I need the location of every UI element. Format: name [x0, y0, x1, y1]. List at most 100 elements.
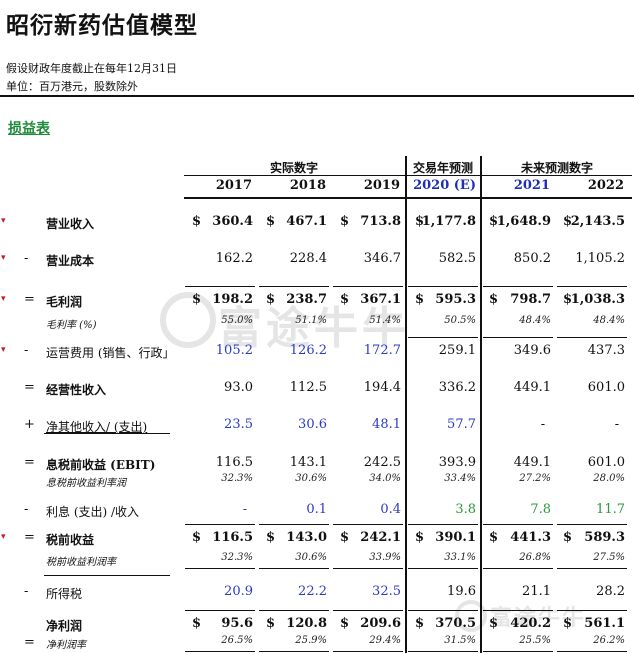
cell-bottom-border — [185, 651, 255, 652]
table-cell-value: 194.4 — [363, 380, 401, 395]
cell-top-border — [408, 524, 478, 525]
cell-bottom-border — [483, 568, 553, 569]
year-2018: 2018 — [289, 178, 326, 193]
cell-top-border — [483, 524, 553, 525]
row-operator: - — [24, 251, 29, 266]
unit-note: 单位：百万港元，股数除外 — [6, 80, 138, 93]
row-operator: - — [24, 584, 29, 599]
table-cell-value: 26.8% — [519, 552, 551, 563]
dollar-sign: $ — [563, 214, 573, 229]
table-cell-value: 0.4 — [380, 502, 401, 517]
table-cell-value: 19.6 — [447, 584, 476, 599]
table-cell-value: 346.7 — [363, 251, 401, 266]
row-marker-icon: ▾ — [1, 532, 6, 542]
row-label: 息税前收益利率润 — [46, 478, 126, 489]
cell-top-border — [185, 610, 255, 611]
cell-top-border — [333, 610, 403, 611]
row-operator: = — [24, 292, 35, 307]
table-cell-value: 393.9 — [438, 455, 476, 470]
table-cell-value: 172.7 — [363, 343, 401, 358]
cell-bottom-border — [333, 651, 403, 652]
table-cell-value: 31.5% — [444, 635, 476, 646]
table-cell-value: 30.6 — [298, 417, 327, 432]
dollar-sign: $ — [192, 292, 202, 307]
table-cell-value: 11.7 — [596, 502, 625, 517]
dollar-sign: $ — [340, 530, 350, 545]
table-cell-value: 582.5 — [438, 251, 476, 266]
row-operator: - — [24, 502, 29, 517]
row-label: 息税前收益 (EBIT) — [46, 458, 156, 472]
table-cell-value: 26.2% — [593, 635, 625, 646]
dollar-sign: $ — [489, 530, 499, 545]
section-title-income-statement[interactable]: 损益表 — [8, 118, 50, 138]
cell-bottom-border — [259, 651, 329, 652]
table-cell-value: 1,105.2 — [575, 251, 625, 266]
column-divider-trading — [480, 156, 482, 653]
cell-bottom-border — [185, 568, 255, 569]
row-marker-icon: ▾ — [1, 253, 6, 263]
label-underline — [44, 433, 170, 434]
table-cell-value: 33.4% — [444, 473, 476, 484]
table-cell-value: 48.4% — [519, 315, 551, 326]
cell-top-border — [333, 286, 403, 287]
dollar-sign: $ — [489, 214, 499, 229]
group-actual-header: 实际数字 — [269, 161, 318, 175]
table-cell-value: 48.1 — [372, 417, 401, 432]
table-cell-value: 25.5% — [519, 635, 551, 646]
row-label: 营业成本 — [46, 254, 95, 268]
cell-top-border — [483, 337, 553, 338]
group-trading-header: 交易年预测 — [412, 161, 473, 175]
table-cell-value: 27.5% — [593, 552, 625, 563]
table-cell-value: 449.1 — [513, 380, 551, 395]
table-cell-value: 349.6 — [513, 343, 551, 358]
dollar-sign: $ — [266, 530, 276, 545]
table-cell-value: 32.3% — [221, 473, 253, 484]
table-cell-value: 0.1 — [306, 502, 327, 517]
table-cell-value: 437.3 — [587, 343, 625, 358]
table-cell-value: 57.7 — [447, 417, 476, 432]
table-cell-value: 601.0 — [587, 380, 625, 395]
dollar-sign: $ — [266, 214, 276, 229]
cell-top-border — [333, 524, 403, 525]
row-marker-icon: ▾ — [1, 345, 6, 355]
dollar-sign: $ — [340, 292, 350, 307]
dollar-sign: $ — [415, 530, 425, 545]
row-marker-icon: ▾ — [1, 216, 6, 226]
cell-top-border — [185, 524, 255, 525]
row-operator: + — [24, 417, 35, 432]
dollar-sign: $ — [563, 530, 573, 545]
table-cell-value: 55.0% — [221, 315, 253, 326]
dollar-sign: $ — [563, 616, 573, 631]
cell-top-border — [557, 286, 627, 287]
table-cell-value: 7.8 — [530, 502, 551, 517]
row-operator: = — [24, 380, 35, 395]
table-cell-value: 23.5 — [224, 417, 253, 432]
table-cell-value: 112.5 — [289, 380, 327, 395]
year-2019: 2019 — [363, 178, 400, 193]
table-cell-value: 29.4% — [369, 635, 401, 646]
page-title: 昭衍新药估值模型 — [6, 12, 198, 39]
table-cell-value: 850.2 — [513, 251, 551, 266]
table-cell-value: 162.2 — [215, 251, 253, 266]
cell-top-border — [483, 286, 553, 287]
table-cell-value: 116.5 — [215, 455, 253, 470]
dollar-sign: $ — [266, 292, 276, 307]
table-cell-value: 48.4% — [593, 315, 625, 326]
row-label: 毛利润 — [46, 295, 83, 309]
table-cell-value: 242.5 — [363, 455, 401, 470]
table-cell-value: 30.6% — [295, 552, 327, 563]
row-label: 经营性收入 — [46, 383, 107, 397]
row-label: 净利润率 — [46, 640, 86, 651]
header-divider — [0, 95, 634, 97]
table-cell-value: 34.0% — [369, 473, 401, 484]
row-operator: = — [24, 455, 35, 470]
row-label: 运营费用 (销售、行政」 — [46, 346, 175, 360]
dollar-sign: $ — [415, 292, 425, 307]
table-cell-value: 22.2 — [298, 584, 327, 599]
table-cell-value: 51.4% — [369, 315, 401, 326]
cell-top-border — [483, 610, 553, 611]
dollar-sign: $ — [192, 530, 202, 545]
table-cell-value: - — [614, 417, 620, 432]
cell-top-border — [259, 524, 329, 525]
row-operator: = — [24, 530, 35, 545]
